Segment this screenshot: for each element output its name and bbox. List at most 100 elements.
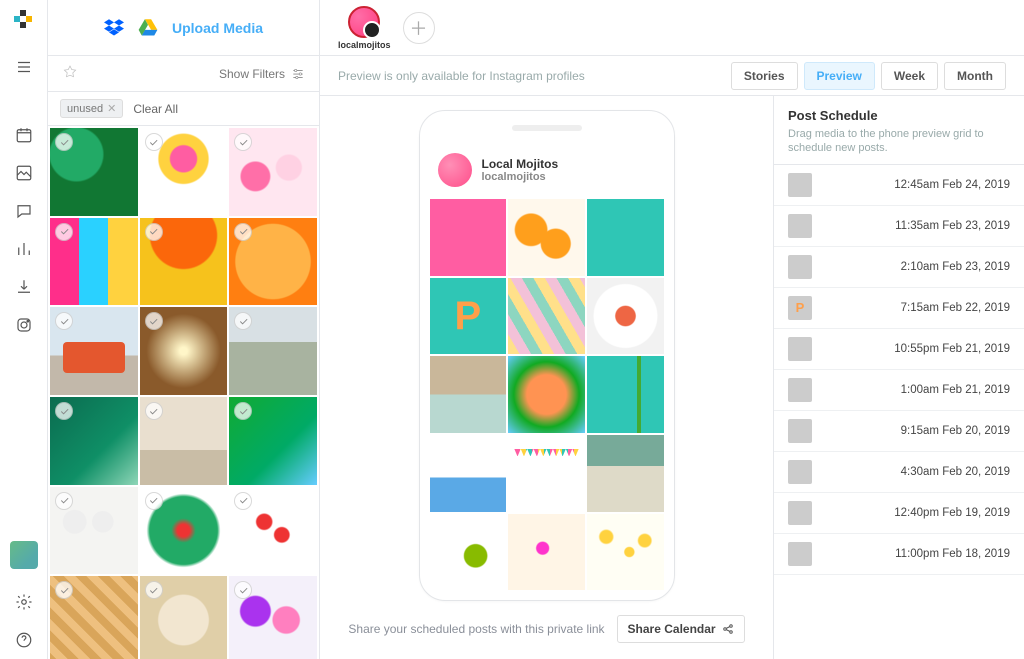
media-tile[interactable] xyxy=(50,128,138,216)
select-indicator-icon[interactable] xyxy=(55,581,73,599)
select-indicator-icon[interactable] xyxy=(55,402,73,420)
media-library-icon[interactable] xyxy=(0,154,48,192)
ig-handle: localmojitos xyxy=(482,171,559,183)
media-tile[interactable] xyxy=(229,218,317,306)
media-grid-scroll[interactable] xyxy=(48,126,319,659)
linkinbio-icon[interactable] xyxy=(0,306,48,344)
media-tile[interactable] xyxy=(229,576,317,659)
tab-stories[interactable]: Stories xyxy=(731,62,798,90)
google-drive-icon[interactable] xyxy=(138,19,158,37)
preview-cell[interactable] xyxy=(508,435,585,512)
select-indicator-icon[interactable] xyxy=(234,492,252,510)
select-indicator-icon[interactable] xyxy=(145,133,163,151)
select-indicator-icon[interactable] xyxy=(234,312,252,330)
schedule-item[interactable]: 12:45am Feb 24, 2019 xyxy=(774,165,1024,206)
media-tile[interactable] xyxy=(50,576,138,659)
schedule-item[interactable]: 11:35am Feb 23, 2019 xyxy=(774,206,1024,247)
preview-cell[interactable] xyxy=(587,356,664,433)
favorite-filter-icon[interactable] xyxy=(62,64,78,83)
schedule-thumb xyxy=(788,419,812,443)
select-indicator-icon[interactable] xyxy=(55,312,73,330)
media-tile[interactable] xyxy=(229,128,317,216)
select-indicator-icon[interactable] xyxy=(55,133,73,151)
media-tile[interactable] xyxy=(229,487,317,575)
menu-icon[interactable] xyxy=(0,48,48,86)
add-profile-button[interactable]: ＋ xyxy=(403,12,435,44)
phone-speaker xyxy=(512,125,582,131)
tab-week[interactable]: Week xyxy=(881,62,938,90)
clear-filters-button[interactable]: Clear All xyxy=(133,102,178,116)
schedule-item[interactable]: 11:00pm Feb 18, 2019 xyxy=(774,534,1024,575)
select-indicator-icon[interactable] xyxy=(145,581,163,599)
preview-cell[interactable] xyxy=(508,278,585,355)
preview-cell[interactable] xyxy=(430,199,507,276)
media-tile[interactable] xyxy=(140,128,228,216)
show-filters-button[interactable]: Show Filters xyxy=(219,67,305,81)
media-tile[interactable] xyxy=(140,487,228,575)
upload-media-button[interactable]: Upload Media xyxy=(172,20,263,36)
share-calendar-button[interactable]: Share Calendar xyxy=(617,615,745,643)
media-tile[interactable] xyxy=(140,576,228,659)
select-indicator-icon[interactable] xyxy=(145,402,163,420)
select-indicator-icon[interactable] xyxy=(234,581,252,599)
preview-cell[interactable] xyxy=(430,514,507,591)
preview-column: Local Mojitos localmojitos Share your sc… xyxy=(320,96,774,659)
help-icon[interactable] xyxy=(0,621,48,659)
select-indicator-icon[interactable] xyxy=(234,223,252,241)
preview-cell[interactable] xyxy=(508,356,585,433)
schedule-item[interactable]: 1:00am Feb 21, 2019 xyxy=(774,370,1024,411)
media-tile[interactable] xyxy=(50,307,138,395)
preview-cell[interactable] xyxy=(587,199,664,276)
select-indicator-icon[interactable] xyxy=(234,133,252,151)
profile-selector[interactable]: localmojitos xyxy=(338,6,391,50)
download-icon[interactable] xyxy=(0,268,48,306)
schedule-thumb xyxy=(788,460,812,484)
schedule-item[interactable]: 7:15am Feb 22, 2019 xyxy=(774,288,1024,329)
schedule-item[interactable]: 4:30am Feb 20, 2019 xyxy=(774,452,1024,493)
share-icon xyxy=(722,623,734,635)
media-tile[interactable] xyxy=(229,397,317,485)
select-indicator-icon[interactable] xyxy=(55,223,73,241)
app-logo xyxy=(14,10,34,30)
user-avatar[interactable] xyxy=(10,541,38,569)
preview-cell[interactable] xyxy=(587,514,664,591)
preview-cell[interactable] xyxy=(430,356,507,433)
select-indicator-icon[interactable] xyxy=(145,223,163,241)
preview-cell[interactable] xyxy=(587,278,664,355)
media-tile[interactable] xyxy=(50,218,138,306)
media-tile[interactable] xyxy=(50,487,138,575)
dropbox-icon[interactable] xyxy=(104,19,124,37)
preview-cell[interactable] xyxy=(430,435,507,512)
schedule-item[interactable]: 2:10am Feb 23, 2019 xyxy=(774,247,1024,288)
media-tile[interactable] xyxy=(140,307,228,395)
schedule-item[interactable]: 12:40pm Feb 19, 2019 xyxy=(774,493,1024,534)
filter-chip-unused[interactable]: unused ✕ xyxy=(60,99,123,118)
media-tile[interactable] xyxy=(140,218,228,306)
ig-preview-grid[interactable] xyxy=(430,199,664,590)
tab-preview[interactable]: Preview xyxy=(804,62,875,90)
ig-avatar xyxy=(438,153,472,187)
schedule-time: 12:45am Feb 24, 2019 xyxy=(894,179,1010,191)
calendar-icon[interactable] xyxy=(0,116,48,154)
schedule-item[interactable]: 9:15am Feb 20, 2019 xyxy=(774,411,1024,452)
select-indicator-icon[interactable] xyxy=(55,492,73,510)
preview-cell[interactable] xyxy=(587,435,664,512)
analytics-icon[interactable] xyxy=(0,230,48,268)
select-indicator-icon[interactable] xyxy=(145,492,163,510)
media-tile[interactable] xyxy=(229,307,317,395)
remove-chip-icon[interactable]: ✕ xyxy=(107,102,116,115)
select-indicator-icon[interactable] xyxy=(234,402,252,420)
conversations-icon[interactable] xyxy=(0,192,48,230)
schedule-thumb xyxy=(788,501,812,525)
media-tile[interactable] xyxy=(140,397,228,485)
schedule-item[interactable]: 10:55pm Feb 21, 2019 xyxy=(774,329,1024,370)
stage: Local Mojitos localmojitos Share your sc… xyxy=(320,96,1024,659)
media-tile[interactable] xyxy=(50,397,138,485)
tab-month[interactable]: Month xyxy=(944,62,1006,90)
preview-cell[interactable] xyxy=(430,278,507,355)
settings-icon[interactable] xyxy=(0,583,48,621)
schedule-time: 2:10am Feb 23, 2019 xyxy=(901,261,1010,273)
preview-cell[interactable] xyxy=(508,199,585,276)
select-indicator-icon[interactable] xyxy=(145,312,163,330)
preview-cell[interactable] xyxy=(508,514,585,591)
